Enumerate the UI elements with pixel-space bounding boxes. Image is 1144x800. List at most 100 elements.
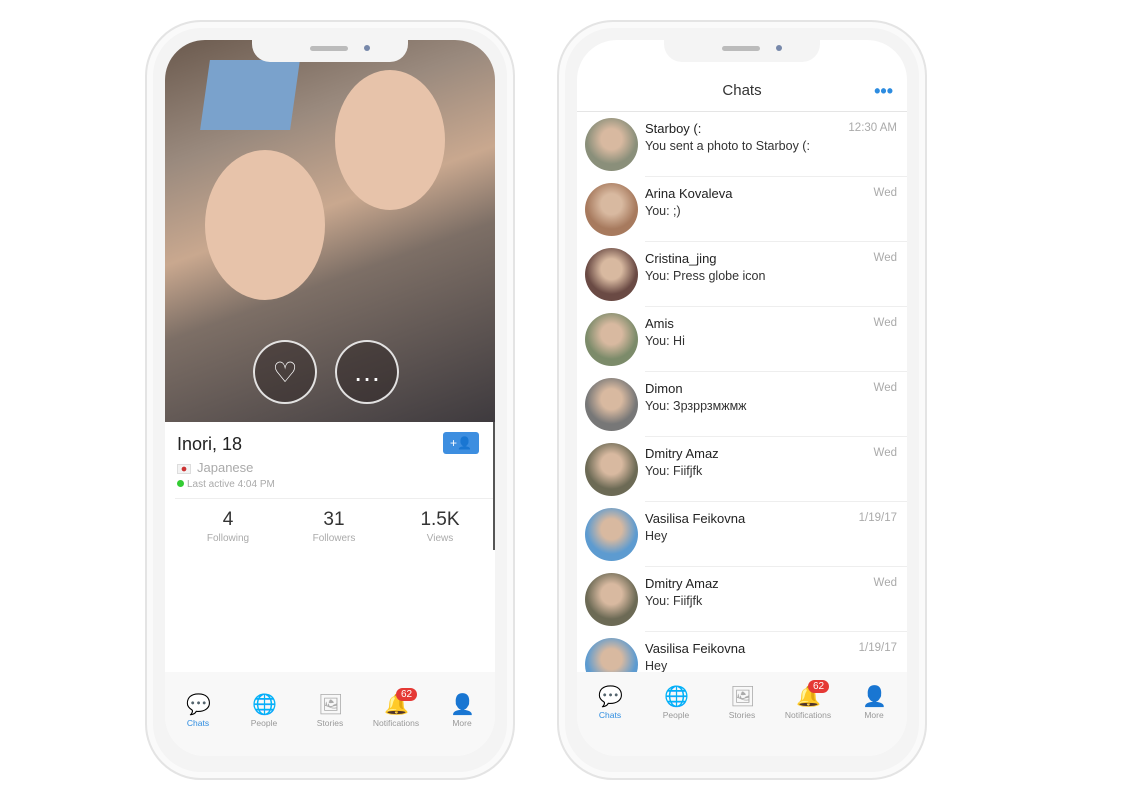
profile-phone: ♡ … Inori, 18 +👤 Japanese Last active 4:… bbox=[145, 20, 515, 780]
chat-preview: You: Press globe icon bbox=[645, 269, 766, 283]
add-friend-button[interactable]: +👤 bbox=[443, 432, 479, 454]
chat-time: Wed bbox=[873, 577, 897, 589]
chat-row[interactable]: Amis You: Hi Wed bbox=[577, 307, 907, 372]
stat-label: Views bbox=[426, 533, 454, 544]
last-active: Last active 4:04 PM bbox=[177, 479, 275, 490]
profile-name: Inori, 18 bbox=[177, 434, 243, 454]
chat-row[interactable]: Vasilisa Feikovna Hey 1/19/17 bbox=[577, 502, 907, 567]
globe-icon: 🌐 bbox=[664, 686, 689, 708]
avatar bbox=[585, 443, 638, 496]
tab-more[interactable]: 👤 More bbox=[844, 686, 904, 756]
chat-preview: Hey bbox=[645, 659, 668, 672]
tab-label: People bbox=[662, 710, 690, 720]
image-icon: 🖼 bbox=[730, 686, 756, 708]
chat-name: Dimon bbox=[645, 381, 683, 396]
tab-label: Stories bbox=[316, 718, 344, 728]
chat-time: Wed bbox=[873, 447, 897, 459]
add-user-icon: +👤 bbox=[450, 436, 472, 450]
person-icon: 👤 bbox=[450, 694, 475, 716]
stat-label: Following bbox=[206, 533, 250, 544]
tab-people[interactable]: 🌐 People bbox=[646, 686, 706, 756]
message-button[interactable]: … bbox=[335, 340, 399, 404]
tab-label: Chats bbox=[186, 718, 210, 728]
chat-preview: Hey bbox=[645, 529, 668, 543]
japan-flag-icon bbox=[177, 463, 191, 474]
chat-time: 1/19/17 bbox=[858, 642, 897, 654]
avatar bbox=[585, 378, 638, 431]
stat-value: 1.5K bbox=[420, 509, 460, 530]
tab-label: More bbox=[864, 710, 884, 720]
chat-time: Wed bbox=[873, 187, 897, 199]
notch bbox=[252, 40, 408, 62]
globe-icon: 🌐 bbox=[252, 694, 277, 716]
notification-badge: 62 bbox=[396, 688, 418, 701]
stat-value: 4 bbox=[222, 509, 234, 530]
language: Japanese bbox=[177, 460, 253, 475]
tab-label: People bbox=[250, 718, 278, 728]
chat-preview: You: Зрзррзмжмж bbox=[645, 399, 747, 413]
chat-bubbles-icon: 💬 bbox=[598, 686, 623, 708]
tab-chats[interactable]: 💬 Chats bbox=[168, 694, 228, 756]
chat-name: Dmitry Amaz bbox=[645, 446, 719, 461]
heart-icon: ♡ bbox=[272, 356, 298, 388]
stat-views: 1.5K Views bbox=[387, 499, 493, 548]
chat-preview: You: ;) bbox=[645, 204, 681, 218]
page-title: Chats bbox=[722, 82, 762, 99]
avatar bbox=[585, 573, 638, 626]
chat-row[interactable]: Dimon You: Зрзррзмжмж Wed bbox=[577, 372, 907, 437]
tab-stories[interactable]: 🖼 Stories bbox=[300, 694, 360, 756]
language-label: Japanese bbox=[197, 460, 254, 475]
stat-following[interactable]: 4 Following bbox=[175, 499, 281, 548]
chat-preview: You: Fiifjfk bbox=[645, 464, 703, 478]
online-dot-icon bbox=[177, 480, 184, 487]
stat-followers[interactable]: 31 Followers bbox=[281, 499, 387, 548]
chat-preview: You: Hi bbox=[645, 334, 685, 348]
avatar bbox=[585, 313, 638, 366]
tab-notifications[interactable]: 🔔 Notifications 62 bbox=[366, 688, 426, 756]
tab-label: Notifications bbox=[372, 718, 420, 728]
tab-label: More bbox=[452, 718, 472, 728]
profile-card: Inori, 18 +👤 Japanese Last active 4:04 P… bbox=[165, 422, 495, 550]
chat-row[interactable]: Starboy (: You sent a photo to Starboy (:… bbox=[577, 112, 907, 177]
chat-time: Wed bbox=[873, 252, 897, 264]
chat-name: Amis bbox=[645, 316, 674, 331]
tab-notifications[interactable]: 🔔 Notifications 62 bbox=[778, 680, 838, 756]
chat-row[interactable]: Dmitry Amaz You: Fiifjfk Wed bbox=[577, 437, 907, 502]
tab-people[interactable]: 🌐 People bbox=[234, 694, 294, 756]
chat-row[interactable]: Dmitry Amaz You: Fiifjfk Wed bbox=[577, 567, 907, 632]
last-active-label: Last active 4:04 PM bbox=[187, 479, 275, 490]
tab-stories[interactable]: 🖼 Stories bbox=[712, 686, 772, 756]
chat-row[interactable]: Cristina_jing You: Press globe icon Wed bbox=[577, 242, 907, 307]
chat-list: Starboy (: You sent a photo to Starboy (:… bbox=[577, 112, 907, 672]
chats-header: Chats ••• bbox=[577, 70, 907, 112]
notification-badge: 62 bbox=[808, 680, 830, 693]
tab-more[interactable]: 👤 More bbox=[432, 694, 492, 756]
avatar bbox=[585, 118, 638, 171]
chat-row[interactable]: Arina Kovaleva You: ;) Wed bbox=[577, 177, 907, 242]
stat-label: Followers bbox=[312, 533, 356, 544]
stat-value: 31 bbox=[323, 509, 345, 530]
chat-name: Cristina_jing bbox=[645, 251, 717, 266]
profile-photo: ♡ … bbox=[165, 40, 495, 422]
chat-bubbles-icon: 💬 bbox=[186, 694, 211, 716]
chat-name: Starboy (: bbox=[645, 121, 702, 136]
stats: 4 Following 31 Followers 1.5K Views bbox=[175, 498, 493, 548]
tab-chats[interactable]: 💬 Chats bbox=[580, 686, 640, 756]
avatar bbox=[585, 508, 638, 561]
chat-name: Arina Kovaleva bbox=[645, 186, 733, 201]
chat-name: Vasilisa Feikovna bbox=[645, 641, 746, 656]
avatar bbox=[585, 638, 638, 672]
avatar bbox=[585, 183, 638, 236]
person-icon: 👤 bbox=[862, 686, 887, 708]
chats-phone: Chats ••• Starboy (: You sent a photo to S… bbox=[557, 20, 927, 780]
more-options-icon[interactable]: ••• bbox=[874, 70, 893, 112]
image-icon: 🖼 bbox=[318, 694, 344, 716]
chat-time: Wed bbox=[873, 317, 897, 329]
chat-name: Vasilisa Feikovna bbox=[645, 511, 746, 526]
tab-bar: 💬 Chats 🌐 People 🖼 Stories 🔔 Notifications 62 👤 Mo… bbox=[165, 672, 495, 756]
chat-time: Wed bbox=[873, 382, 897, 394]
like-button[interactable]: ♡ bbox=[253, 340, 317, 404]
chat-row[interactable]: Vasilisa Feikovna Hey 1/19/17 bbox=[577, 632, 907, 672]
avatar bbox=[585, 248, 638, 301]
chat-preview: You: Fiifjfk bbox=[645, 594, 703, 608]
